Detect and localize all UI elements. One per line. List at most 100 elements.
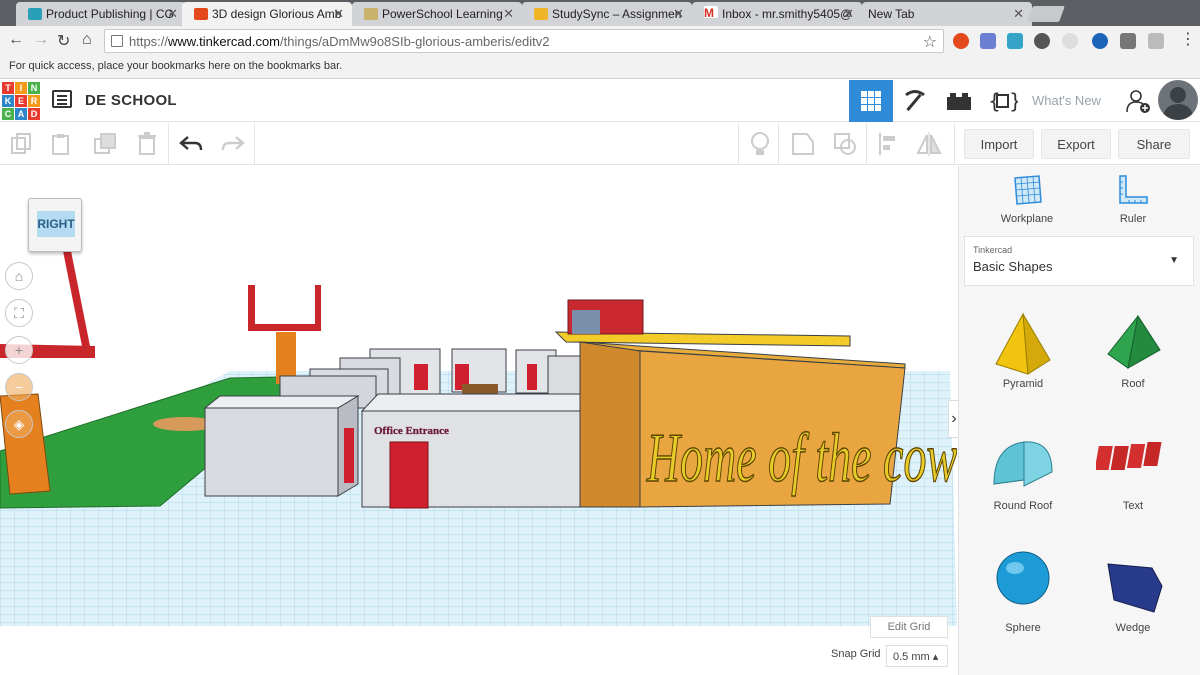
new-tab-button[interactable] bbox=[1027, 6, 1065, 22]
undo-button[interactable] bbox=[178, 131, 204, 157]
tab-favicon-icon bbox=[534, 8, 548, 20]
close-icon[interactable]: ✕ bbox=[503, 6, 514, 22]
gym-building[interactable] bbox=[203, 395, 360, 497]
person-icon bbox=[1162, 87, 1194, 120]
align-button[interactable] bbox=[875, 131, 901, 157]
extension-icon[interactable] bbox=[1092, 33, 1108, 49]
copy-icon bbox=[11, 133, 31, 154]
toolbar-divider bbox=[954, 123, 955, 165]
import-button[interactable]: Import bbox=[964, 129, 1034, 159]
browser-tab-inbox[interactable]: M Inbox - mr.smithy5405@ ✕ bbox=[692, 2, 862, 26]
shape-label: Wedge bbox=[1115, 622, 1151, 634]
browser-tab-powerschool[interactable]: PowerSchool Learning ✕ bbox=[352, 2, 522, 26]
back-icon[interactable]: ← bbox=[8, 31, 24, 49]
home-icon[interactable]: ⌂ bbox=[82, 31, 92, 49]
3d-workspace[interactable]: Office Entrance Home of the cows RIGHT ⌂… bbox=[0, 166, 957, 675]
goalpost-top-far[interactable] bbox=[248, 285, 321, 331]
browser-tab-new-tab[interactable]: New Tab ✕ bbox=[862, 2, 1032, 26]
shape-sphere[interactable]: Sphere bbox=[968, 542, 1078, 642]
mirror-button[interactable] bbox=[916, 131, 942, 157]
shape-label: Round Roof bbox=[993, 500, 1053, 512]
export-button[interactable]: Export bbox=[1041, 129, 1111, 159]
goalpost-upright-left[interactable] bbox=[62, 246, 92, 356]
shape-text[interactable]: Text bbox=[1078, 420, 1188, 520]
ruler-icon bbox=[1119, 175, 1148, 204]
page-info-icon[interactable] bbox=[111, 35, 123, 47]
paste-button[interactable] bbox=[48, 131, 74, 157]
delete-button[interactable] bbox=[134, 131, 160, 157]
scene-canvas[interactable]: Office Entrance Home of the cows bbox=[0, 166, 957, 675]
shape-pyramid[interactable]: Pyramid bbox=[968, 300, 1078, 400]
ungroup-button[interactable] bbox=[832, 131, 858, 157]
forward-icon[interactable]: → bbox=[33, 31, 49, 49]
cube-icon: ◈ bbox=[13, 415, 25, 432]
blocks-button[interactable] bbox=[893, 80, 937, 122]
shape-library-select[interactable]: Tinkercad Basic Shapes ▼ bbox=[964, 236, 1194, 286]
design-title[interactable]: DE SCHOOL bbox=[85, 92, 177, 109]
add-user-button[interactable] bbox=[1116, 80, 1160, 122]
extension-icon[interactable] bbox=[980, 33, 996, 49]
shape-wedge[interactable]: Wedge bbox=[1078, 542, 1188, 642]
bookmark-star-icon[interactable]: ☆ bbox=[923, 32, 937, 52]
text-shape-icon bbox=[1094, 442, 1162, 470]
extension-icon[interactable] bbox=[1148, 33, 1164, 49]
plus-icon: + bbox=[14, 342, 24, 358]
address-bar[interactable]: https://www.tinkercad.com/things/aDmMw9o… bbox=[104, 29, 944, 53]
close-icon[interactable]: ✕ bbox=[843, 6, 854, 22]
view-cube-face[interactable]: RIGHT bbox=[37, 211, 75, 237]
svg-text:{: { bbox=[988, 89, 1001, 113]
shape-round-roof[interactable]: Round Roof bbox=[968, 420, 1078, 520]
reload-icon[interactable]: ↻ bbox=[57, 31, 70, 51]
3d-view-button[interactable] bbox=[849, 80, 893, 122]
close-icon[interactable]: ✕ bbox=[1013, 6, 1024, 22]
align-icon bbox=[879, 133, 895, 155]
tab-title: Inbox - mr.smithy5405@ bbox=[722, 7, 853, 21]
office-door[interactable] bbox=[389, 441, 429, 509]
bricks-button[interactable] bbox=[937, 80, 981, 122]
logo-letter: A bbox=[15, 108, 27, 120]
zoom-out-button[interactable]: − bbox=[5, 373, 33, 401]
browser-tab-3d-design[interactable]: 3D design Glorious Amb ✕ bbox=[182, 2, 352, 26]
duplicate-button[interactable] bbox=[92, 131, 118, 157]
url-path: /things/aDmMw9o8SIb-glorious-amberis/edi… bbox=[280, 34, 550, 49]
logo-letter: N bbox=[28, 82, 40, 94]
close-icon[interactable]: ✕ bbox=[167, 6, 178, 22]
extension-icon[interactable] bbox=[1062, 33, 1078, 49]
workplane-button[interactable]: Workplane bbox=[987, 174, 1067, 225]
browser-tab-product-publishing[interactable]: Product Publishing | CG ✕ bbox=[16, 2, 186, 26]
toolbar-divider bbox=[738, 123, 739, 165]
close-icon[interactable]: ✕ bbox=[673, 6, 684, 22]
perspective-button[interactable]: ◈ bbox=[5, 410, 33, 438]
shape-label: Text bbox=[1122, 500, 1144, 512]
bookmarks-bar: For quick access, place your bookmarks h… bbox=[0, 57, 1200, 79]
share-button[interactable]: Share bbox=[1118, 129, 1190, 159]
home-view-button[interactable]: ⌂ bbox=[5, 262, 33, 290]
chrome-menu-icon[interactable]: ⋮ bbox=[1180, 29, 1196, 49]
browser-tab-studysync[interactable]: StudySync – Assignmen ✕ bbox=[522, 2, 692, 26]
user-avatar[interactable] bbox=[1158, 80, 1198, 120]
extension-icon[interactable] bbox=[953, 33, 969, 49]
ruler-button[interactable]: Ruler bbox=[1093, 174, 1173, 225]
tinkercad-logo[interactable]: T I N K E R C A D bbox=[2, 82, 40, 120]
group-button[interactable] bbox=[790, 131, 816, 157]
library-category: Tinkercad bbox=[973, 245, 1013, 255]
edit-grid-button[interactable]: Edit Grid bbox=[870, 616, 948, 638]
copy-button[interactable] bbox=[8, 131, 34, 157]
whats-new-link[interactable]: What's New bbox=[1032, 93, 1101, 108]
codeblocks-button[interactable]: { } bbox=[981, 80, 1025, 122]
extension-icon[interactable] bbox=[1007, 33, 1023, 49]
view-cube[interactable]: RIGHT bbox=[28, 198, 82, 252]
redo-button[interactable] bbox=[220, 131, 246, 157]
browser-tab-strip: Product Publishing | CG ✕ 3D design Glor… bbox=[0, 0, 1200, 26]
extension-icon[interactable] bbox=[1120, 33, 1136, 49]
design-list-icon[interactable] bbox=[52, 90, 72, 108]
extension-icon[interactable] bbox=[1034, 33, 1050, 49]
show-all-button[interactable] bbox=[747, 131, 773, 157]
snap-grid-select[interactable]: 0.5 mm ▴ bbox=[886, 645, 948, 667]
close-icon[interactable]: ✕ bbox=[333, 6, 344, 22]
fit-view-button[interactable]: ⛶ bbox=[5, 299, 33, 327]
round-roof-icon bbox=[993, 441, 1053, 487]
shape-roof[interactable]: Roof bbox=[1078, 300, 1188, 400]
zoom-in-button[interactable]: + bbox=[5, 336, 33, 364]
shape-label: Sphere bbox=[1005, 622, 1041, 634]
